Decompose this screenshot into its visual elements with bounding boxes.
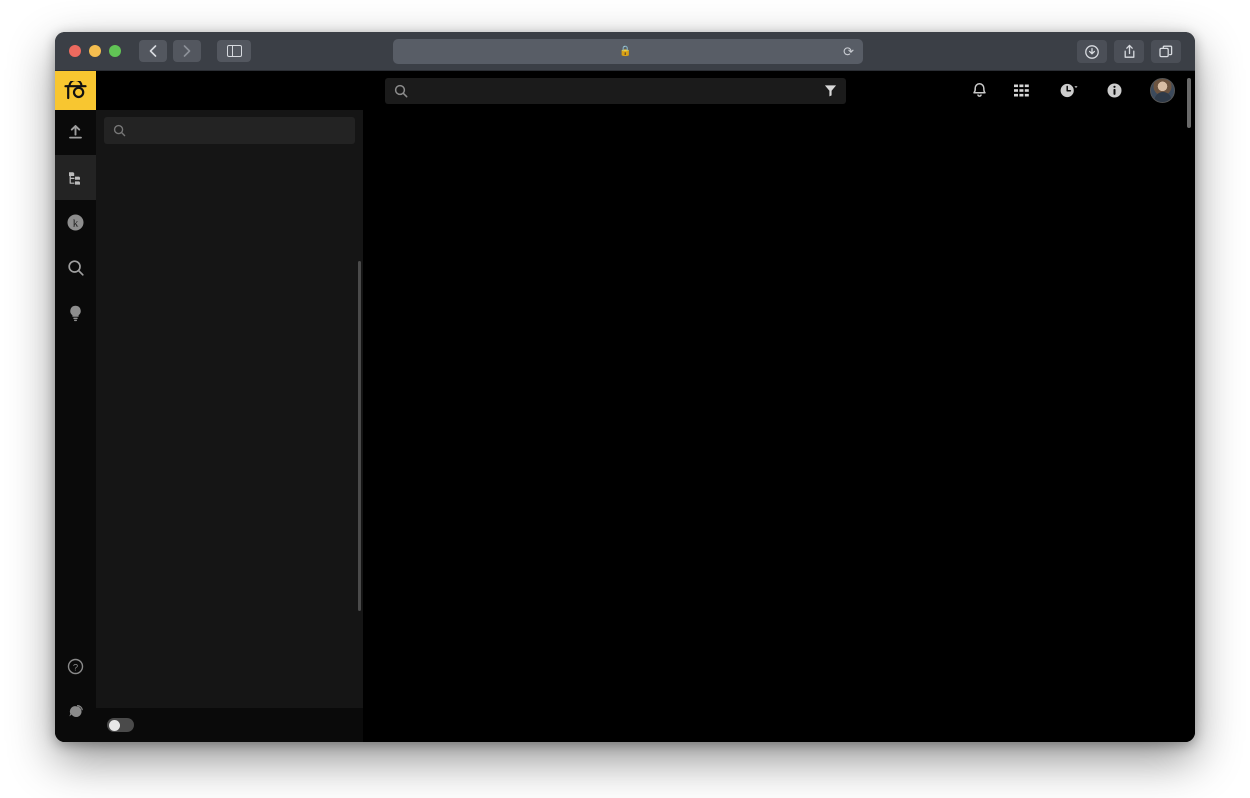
collections-search[interactable] bbox=[104, 117, 355, 144]
sidebar-item-ideas[interactable] bbox=[55, 290, 96, 335]
collections-tree[interactable] bbox=[96, 148, 363, 708]
main-toolbar bbox=[363, 71, 1195, 110]
collections-panel bbox=[96, 71, 363, 742]
search-assets-input[interactable] bbox=[417, 84, 801, 98]
search-icon bbox=[113, 124, 126, 137]
sidebar-item-help[interactable]: ? bbox=[55, 644, 96, 689]
sidebar-item-collections[interactable] bbox=[55, 155, 96, 200]
svg-text:?: ? bbox=[73, 662, 78, 673]
forward-button[interactable] bbox=[173, 40, 201, 62]
browser-nav-buttons bbox=[139, 40, 201, 62]
app-left-rail-bottom: ? bbox=[55, 644, 96, 734]
grid-view-icon[interactable] bbox=[1014, 84, 1032, 98]
reload-icon[interactable]: ⟳ bbox=[843, 44, 854, 60]
sidebar-item-keywords[interactable]: k bbox=[55, 200, 96, 245]
chat-icon bbox=[67, 703, 85, 720]
lock-icon: 🔒 bbox=[619, 46, 631, 57]
nested-assets-setting bbox=[96, 708, 363, 742]
sidebar-toggle-icon bbox=[227, 45, 242, 57]
filter-icon[interactable] bbox=[824, 84, 837, 97]
address-bar[interactable]: 🔒 ⟳ bbox=[393, 39, 863, 64]
close-window-button[interactable] bbox=[69, 45, 81, 57]
tab-overview-button[interactable] bbox=[1151, 40, 1181, 63]
sidebar-item-upload[interactable] bbox=[55, 110, 96, 155]
app-left-rail: k ? bbox=[55, 71, 96, 742]
nested-collections-toggle[interactable] bbox=[107, 718, 134, 732]
browser-chrome-actions bbox=[1077, 40, 1181, 63]
share-button[interactable] bbox=[1114, 40, 1144, 63]
collections-tree-icon bbox=[67, 170, 85, 186]
picsio-logo[interactable] bbox=[55, 71, 96, 110]
help-icon: ? bbox=[67, 658, 84, 675]
browser-sidebar-toggle-button[interactable] bbox=[217, 40, 251, 62]
asset-grid-scrollbar[interactable] bbox=[1187, 78, 1191, 128]
asset-grid[interactable] bbox=[363, 110, 1195, 742]
asset-search-bar[interactable] bbox=[385, 78, 846, 104]
collections-scrollbar[interactable] bbox=[358, 261, 361, 611]
maximize-window-button[interactable] bbox=[109, 45, 121, 57]
notifications-bell-icon[interactable] bbox=[972, 82, 987, 99]
back-button[interactable] bbox=[139, 40, 167, 62]
keywords-icon: k bbox=[66, 213, 85, 232]
toolbar-icons bbox=[972, 78, 1181, 103]
sidebar-item-search[interactable] bbox=[55, 245, 96, 290]
info-icon[interactable] bbox=[1106, 82, 1123, 99]
collections-panel-header bbox=[96, 71, 363, 110]
picsio-app: k ? bbox=[55, 71, 1195, 742]
recent-activity-icon[interactable] bbox=[1059, 82, 1079, 99]
toggle-knob bbox=[109, 720, 120, 731]
minimize-window-button[interactable] bbox=[89, 45, 101, 57]
lightbulb-icon bbox=[67, 304, 84, 322]
downloads-button[interactable] bbox=[1077, 40, 1107, 63]
upload-icon bbox=[67, 124, 84, 141]
search-collections-input[interactable] bbox=[134, 124, 346, 138]
sidebar-item-chat[interactable] bbox=[55, 689, 96, 734]
search-icon bbox=[394, 84, 408, 98]
window-traffic-lights bbox=[69, 45, 121, 57]
user-avatar[interactable] bbox=[1150, 78, 1175, 103]
breadcrumb bbox=[96, 71, 363, 110]
picsio-logo-icon bbox=[63, 81, 88, 101]
svg-text:k: k bbox=[73, 218, 79, 230]
browser-window: 🔒 ⟳ bbox=[55, 32, 1195, 742]
main-content bbox=[363, 71, 1195, 742]
browser-chrome: 🔒 ⟳ bbox=[55, 32, 1195, 71]
search-icon bbox=[67, 259, 85, 277]
